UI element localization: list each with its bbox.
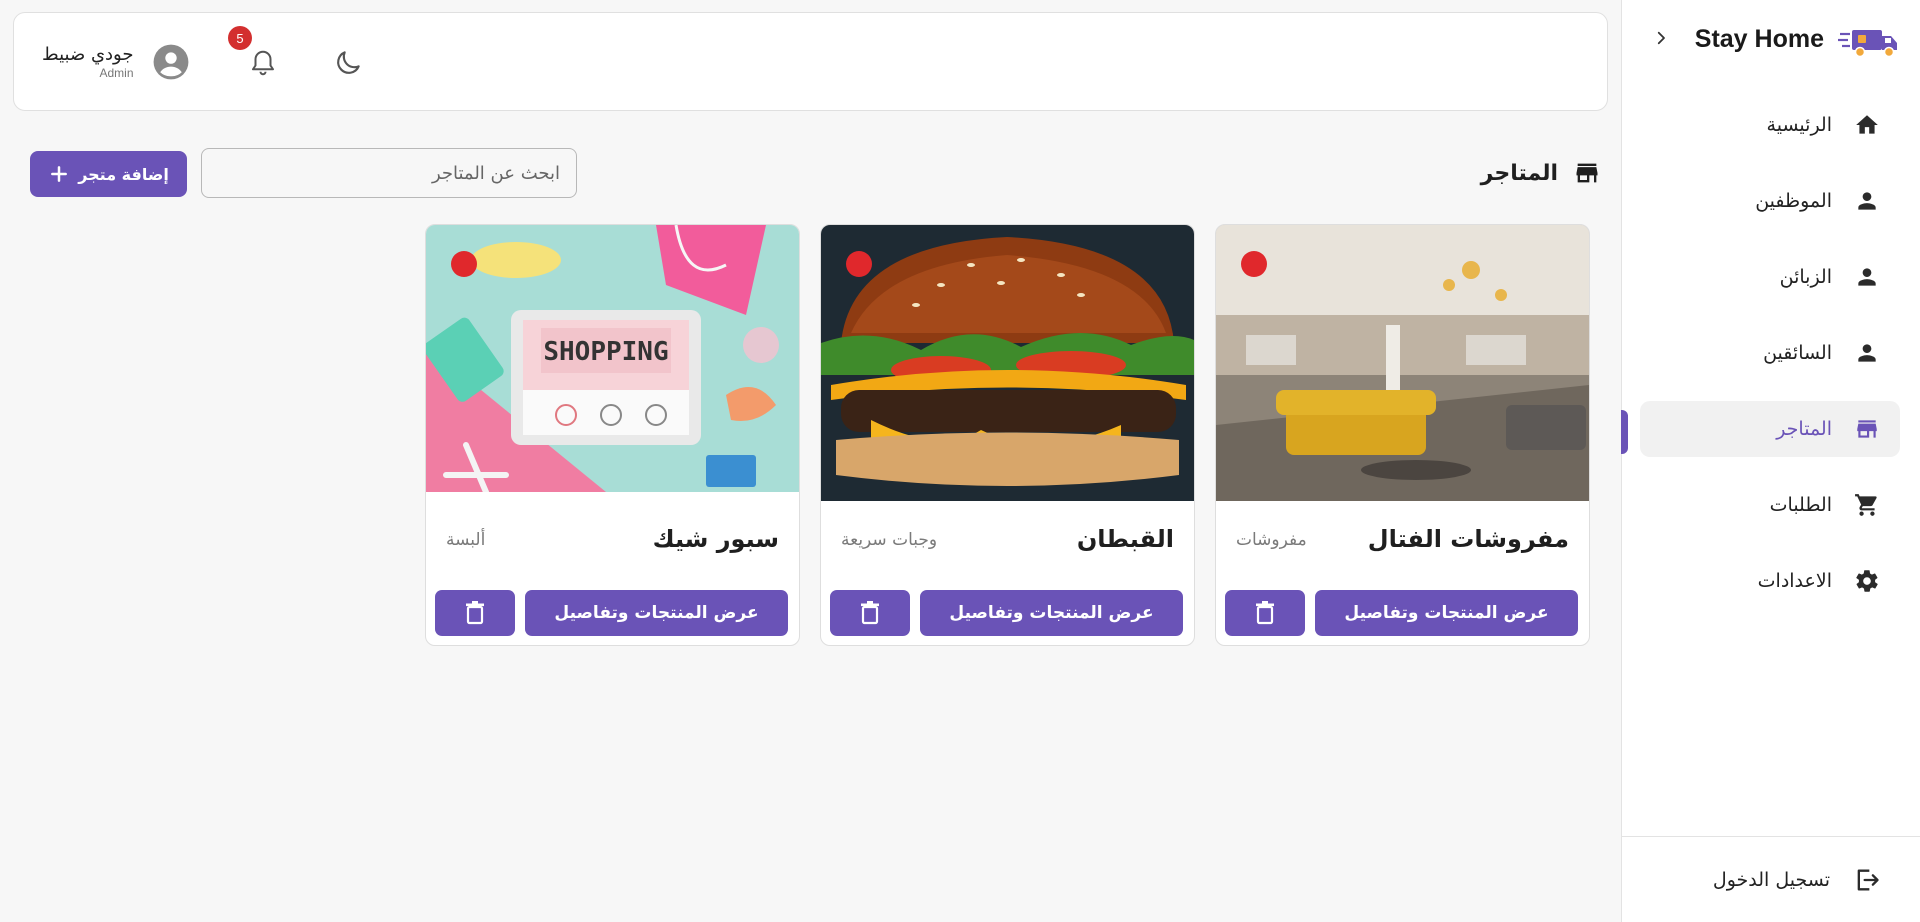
search-input[interactable] xyxy=(201,148,577,198)
store-card: القبطان وجبات سريعة عرض المنتجات وتفاصيل xyxy=(820,224,1195,646)
sidebar-item-label: الموظفين xyxy=(1755,190,1832,212)
dark-mode-moon-icon[interactable] xyxy=(332,47,364,79)
sidebar: Stay Home الرئيسية الموظفين الزبائن السا… xyxy=(1621,0,1920,922)
view-products-button[interactable]: عرض المنتجات وتفاصيل xyxy=(920,590,1183,636)
home-icon xyxy=(1852,110,1882,140)
sidebar-item-label: الطلبات xyxy=(1769,494,1832,516)
add-store-button[interactable]: إضافة متجر xyxy=(30,151,187,197)
store-name: القبطان xyxy=(1076,525,1174,553)
trash-icon xyxy=(466,601,484,625)
sidebar-item-label: الرئيسية xyxy=(1766,114,1832,136)
active-nav-indicator xyxy=(1621,410,1628,454)
delete-store-button[interactable] xyxy=(830,590,910,636)
person-icon xyxy=(1852,186,1882,216)
brand: Stay Home xyxy=(1621,14,1920,66)
view-products-button[interactable]: عرض المنتجات وتفاصيل xyxy=(1315,590,1578,636)
sidebar-item-stores[interactable]: المتاجر xyxy=(1640,401,1900,457)
store-image-burger[interactable] xyxy=(821,225,1194,501)
store-name: مفروشات الفتال xyxy=(1367,525,1569,553)
store-category: وجبات سريعة xyxy=(841,530,938,550)
logout-icon xyxy=(1852,865,1882,895)
store-name: سبور شيك xyxy=(652,525,779,553)
sidebar-item-drivers[interactable]: السائقين xyxy=(1640,325,1900,381)
status-indicator xyxy=(846,251,872,277)
store-card: SHOPPING سبور شيك ألبسة عرض المنتجات وتف… xyxy=(425,224,800,646)
furniture-showroom-image xyxy=(1216,225,1589,501)
plus-icon xyxy=(48,163,70,185)
collapse-sidebar-button[interactable] xyxy=(1649,26,1673,50)
sidebar-item-settings[interactable]: الاعدادات xyxy=(1640,553,1900,609)
brand-title: Stay Home xyxy=(1694,25,1824,53)
delivery-truck-icon xyxy=(1838,30,1897,58)
sidebar-nav: الرئيسية الموظفين الزبائن السائقين المتا… xyxy=(1640,97,1900,629)
page-title-text: المتاجر xyxy=(1480,160,1558,186)
chevron-right-icon xyxy=(1657,31,1665,45)
sidebar-item-label: الاعدادات xyxy=(1757,570,1832,592)
status-indicator xyxy=(1241,251,1267,277)
trash-icon xyxy=(1256,601,1274,625)
sidebar-item-label: المتاجر xyxy=(1776,418,1832,440)
sidebar-item-home[interactable]: الرئيسية xyxy=(1640,97,1900,153)
burger-image xyxy=(821,225,1194,501)
store-category: ألبسة xyxy=(446,530,486,550)
store-category: مفروشات xyxy=(1236,530,1307,550)
logout-button[interactable]: تسجيل الدخول xyxy=(1621,836,1920,922)
sidebar-item-orders[interactable]: الطلبات xyxy=(1640,477,1900,533)
store-card: مفروشات الفتال مفروشات عرض المنتجات وتفا… xyxy=(1215,224,1590,646)
user-profile[interactable]: جودي ضبيط Admin xyxy=(42,43,190,81)
sidebar-item-label: السائقين xyxy=(1763,342,1832,364)
trash-icon xyxy=(861,601,879,625)
gear-icon xyxy=(1852,566,1882,596)
delete-store-button[interactable] xyxy=(1225,590,1305,636)
delete-store-button[interactable] xyxy=(435,590,515,636)
notification-bell-icon[interactable] xyxy=(248,47,278,79)
view-products-button[interactable]: عرض المنتجات وتفاصيل xyxy=(525,590,788,636)
avatar-icon xyxy=(153,44,188,80)
sidebar-item-customers[interactable]: الزبائن xyxy=(1640,249,1900,305)
notification-badge: 5 xyxy=(228,26,252,50)
person-icon xyxy=(1852,262,1882,292)
top-bar: جودي ضبيط Admin 5 xyxy=(13,12,1608,111)
store-image-shopping[interactable]: SHOPPING xyxy=(426,225,799,492)
add-store-label: إضافة متجر xyxy=(78,164,169,184)
person-icon xyxy=(1852,338,1882,368)
user-info: جودي ضبيط Admin xyxy=(42,44,134,80)
store-image-furniture[interactable] xyxy=(1216,225,1589,501)
sidebar-item-label: الزبائن xyxy=(1779,266,1832,288)
page-title: المتاجر xyxy=(1481,158,1602,188)
shopping-sign-text: SHOPPING xyxy=(543,337,668,367)
cart-icon xyxy=(1852,490,1882,520)
store-icon xyxy=(1572,158,1602,188)
user-name: جودي ضبيط xyxy=(42,44,134,65)
store-icon xyxy=(1852,414,1882,444)
user-role: Admin xyxy=(99,66,134,80)
sidebar-item-employees[interactable]: الموظفين xyxy=(1640,173,1900,229)
shopping-tablet-image: SHOPPING xyxy=(426,225,799,492)
status-indicator xyxy=(451,251,477,277)
logout-label: تسجيل الدخول xyxy=(1712,868,1830,891)
